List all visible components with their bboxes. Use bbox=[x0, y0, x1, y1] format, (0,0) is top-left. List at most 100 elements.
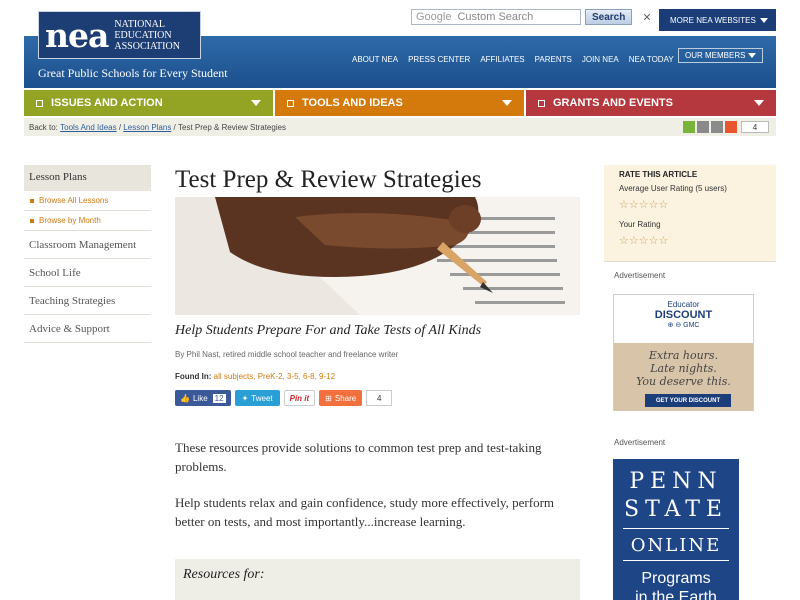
your-rating-stars[interactable]: ☆☆☆☆☆ bbox=[619, 234, 761, 247]
more-sites-label: MORE NEA WEBSITES bbox=[670, 15, 756, 25]
thumbs-up-icon: 👍 bbox=[180, 393, 190, 403]
more-nea-websites-button[interactable]: MORE NEA WEBSITES bbox=[659, 9, 776, 31]
sidebar-sub-browse-month[interactable]: Browse by Month bbox=[24, 211, 151, 231]
members-label: OUR MEMBERS bbox=[685, 51, 746, 60]
chevron-down-icon bbox=[502, 100, 512, 106]
tweet-button[interactable]: ✦ Tweet bbox=[234, 390, 280, 406]
logo-mark: nea bbox=[45, 15, 109, 55]
logo-line: EDUCATION bbox=[114, 29, 172, 41]
ad-brand: Educator bbox=[667, 300, 700, 309]
sidebar-item-school-life[interactable]: School Life bbox=[24, 259, 151, 287]
add-share-icon[interactable] bbox=[725, 121, 737, 133]
site-tagline: Great Public Schools for Every Student bbox=[38, 66, 228, 80]
nav-label: GRANTS AND EVENTS bbox=[553, 97, 673, 109]
chevron-down-icon bbox=[754, 100, 764, 106]
chevron-down-icon bbox=[251, 100, 261, 106]
logo-line: ASSOCIATION bbox=[114, 40, 180, 52]
share-count-bubble: 4 bbox=[366, 390, 393, 406]
search-button[interactable]: Search bbox=[585, 9, 633, 25]
email-icon[interactable] bbox=[697, 121, 709, 133]
nav-label: TOOLS AND IDEAS bbox=[302, 97, 403, 109]
ad-line: Programs bbox=[641, 570, 711, 587]
article-paragraph: Help students relax and gain confidence,… bbox=[175, 495, 555, 529]
ad-copy-line: You deserve this. bbox=[636, 375, 731, 388]
nav-tools-and-ideas[interactable]: TOOLS AND IDEAS bbox=[275, 90, 524, 116]
logo-line: NATIONAL bbox=[114, 18, 165, 30]
like-count: 12 bbox=[212, 393, 226, 403]
breadcrumb-separator: / bbox=[116, 122, 124, 132]
average-rating-label: Average User Rating (5 users) bbox=[619, 184, 727, 193]
hero-image bbox=[175, 197, 580, 315]
penn-state-online-ad[interactable]: PENN STATE ONLINE Programs in the Earth bbox=[613, 459, 739, 600]
social-buttons: 👍 Like 12 ✦ Tweet Pin it ⊞ Share 4 bbox=[175, 390, 393, 406]
chevron-down-icon bbox=[760, 17, 768, 23]
square-icon bbox=[538, 99, 545, 107]
resources-heading: Resources for: bbox=[183, 567, 265, 582]
topnav-join[interactable]: JOIN NEA bbox=[582, 55, 619, 64]
breadcrumb: Back to: Tools And Ideas / Lesson Plans … bbox=[24, 118, 776, 136]
share-toolbar: 4 bbox=[683, 121, 769, 133]
resources-box: Resources for: bbox=[175, 559, 580, 600]
print-icon[interactable] bbox=[711, 121, 723, 133]
breadcrumb-separator: / bbox=[171, 122, 178, 132]
ad-copy-line: Extra hours. bbox=[648, 349, 719, 362]
clear-search-icon[interactable]: ✕ bbox=[642, 11, 651, 24]
nav-grants-and-events[interactable]: GRANTS AND EVENTS bbox=[526, 90, 776, 116]
article-paragraph: These resources provide solutions to com… bbox=[175, 440, 542, 474]
facebook-like-button[interactable]: 👍 Like 12 bbox=[175, 390, 231, 406]
like-label: Like bbox=[192, 393, 208, 403]
found-in-links[interactable]: all subjects, PreK-2, 3-5, 6-8, 9-12 bbox=[214, 372, 335, 381]
main-navigation: ISSUES AND ACTION TOOLS AND IDEAS GRANTS… bbox=[24, 90, 776, 116]
left-sidebar: Lesson Plans Browse All Lessons Browse b… bbox=[24, 165, 151, 343]
breadcrumb-prefix: Back to: bbox=[29, 122, 58, 132]
topnav-affiliates[interactable]: AFFILIATES bbox=[480, 55, 524, 64]
right-column: RATE THIS ARTICLE Average User Rating (5… bbox=[604, 165, 776, 280]
page-title: Test Prep & Review Strategies bbox=[175, 166, 482, 193]
topnav-about[interactable]: ABOUT NEA bbox=[352, 55, 398, 64]
nav-issues-and-action[interactable]: ISSUES AND ACTION bbox=[24, 90, 273, 116]
rating-widget: RATE THIS ARTICLE Average User Rating (5… bbox=[604, 165, 776, 262]
top-navigation: ABOUT NEA PRESS CENTER AFFILIATES PARENT… bbox=[352, 55, 674, 64]
topnav-nea-today[interactable]: NEA TODAY bbox=[629, 55, 674, 64]
sidebar-item-advice-support[interactable]: Advice & Support bbox=[24, 315, 151, 343]
pin-it-button[interactable]: Pin it bbox=[283, 390, 316, 406]
search-brand: Google bbox=[416, 11, 452, 23]
ad-line: in the Earth bbox=[635, 589, 717, 600]
ad-copy: Extra hours. Late nights. You deserve th… bbox=[614, 343, 753, 388]
tweet-label: Tweet bbox=[251, 393, 273, 403]
sidebar-item-classroom-management[interactable]: Classroom Management bbox=[24, 231, 151, 259]
share-button[interactable]: ⊞ Share bbox=[319, 390, 363, 406]
ad-label: Advertisement bbox=[614, 271, 666, 280]
sidebar-sub-browse-all[interactable]: Browse All Lessons bbox=[24, 191, 151, 211]
breadcrumb-lesson-plans[interactable]: Lesson Plans bbox=[123, 123, 171, 132]
car-logos-icon: ⊕ ⊖ GMC bbox=[667, 322, 700, 329]
ad-label: Advertisement bbox=[614, 438, 666, 447]
edit-icon[interactable] bbox=[683, 121, 695, 133]
breadcrumb-tools-and-ideas[interactable]: Tools And Ideas bbox=[60, 123, 116, 132]
site-search: Google Custom Search Search ✕ bbox=[411, 9, 652, 25]
nea-logo[interactable]: nea NATIONAL EDUCATION ASSOCIATION bbox=[38, 11, 201, 59]
search-placeholder: Custom Search bbox=[457, 11, 534, 23]
share-count: 4 bbox=[741, 121, 769, 133]
topnav-press[interactable]: PRESS CENTER bbox=[408, 55, 470, 64]
search-input[interactable]: Google Custom Search bbox=[411, 9, 581, 25]
ad-title: DISCOUNT bbox=[654, 309, 713, 321]
share-label: Share bbox=[334, 393, 357, 403]
chevron-down-icon bbox=[748, 53, 756, 58]
our-members-dropdown[interactable]: OUR MEMBERS bbox=[678, 48, 763, 63]
twitter-bird-icon: ✦ bbox=[241, 393, 249, 403]
article-byline: By Phil Nast, retired middle school teac… bbox=[175, 350, 399, 359]
found-in: Found In: all subjects, PreK-2, 3-5, 6-8… bbox=[175, 372, 335, 381]
ad-copy-line: Late nights. bbox=[650, 362, 717, 375]
found-in-label: Found In: bbox=[175, 372, 212, 381]
get-discount-button[interactable]: GET YOUR DISCOUNT bbox=[645, 394, 731, 407]
sidebar-item-teaching-strategies[interactable]: Teaching Strategies bbox=[24, 287, 151, 315]
ad-line: PENN bbox=[629, 469, 723, 494]
rating-heading: RATE THIS ARTICLE bbox=[619, 170, 698, 179]
sidebar-heading[interactable]: Lesson Plans bbox=[24, 165, 151, 191]
topnav-parents[interactable]: PARENTS bbox=[535, 55, 572, 64]
breadcrumb-current: Test Prep & Review Strategies bbox=[178, 122, 287, 132]
educator-discount-ad[interactable]: Educator DISCOUNT ⊕ ⊖ GMC Extra hours. L… bbox=[613, 294, 754, 411]
ad-divider bbox=[623, 528, 729, 529]
your-rating-label: Your Rating bbox=[619, 220, 661, 229]
